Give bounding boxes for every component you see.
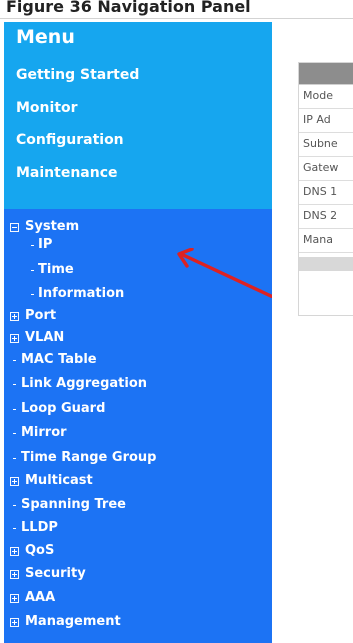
minus-box-icon	[10, 223, 19, 232]
table-footer	[299, 257, 353, 271]
tree-item-port[interactable]: Port	[4, 308, 272, 329]
cut-header: Figure 36 Navigation Panel	[0, 0, 353, 19]
tree-item-mac-table-label: MAC Table	[21, 352, 97, 367]
plus-box-icon	[10, 547, 19, 556]
plus-box-icon	[10, 618, 19, 627]
table-row-label: Mode	[303, 89, 333, 102]
plus-box-icon	[10, 312, 19, 321]
table-row-label: Subne	[303, 137, 338, 150]
table-row-subnet: Subne	[299, 133, 353, 157]
bullet-icon	[13, 384, 16, 385]
plus-box-icon	[10, 477, 19, 486]
navigation-panel-screenshot: Figure 36 Navigation Panel Menu Getting …	[0, 0, 353, 643]
table-row-label: Mana	[303, 233, 333, 246]
table-row-label: DNS 2	[303, 209, 338, 222]
tree-item-loop-guard-label: Loop Guard	[21, 401, 106, 416]
tree-item-security-label: Security	[25, 566, 86, 581]
bullet-icon	[13, 360, 16, 361]
tree-item-ip-label: IP	[38, 237, 53, 252]
tree-item-qos[interactable]: QoS	[4, 543, 272, 564]
table-header	[299, 63, 353, 85]
monitor-link[interactable]: Monitor	[16, 100, 78, 116]
plus-box-icon	[10, 570, 19, 579]
bullet-icon	[13, 528, 16, 529]
tree-item-mirror[interactable]: Mirror	[4, 425, 272, 446]
tree-item-spanning-tree-label: Spanning Tree	[21, 497, 126, 512]
getting-started-link[interactable]: Getting Started	[16, 67, 139, 83]
tree-item-ip[interactable]: IP	[4, 237, 272, 258]
tree-item-lldp[interactable]: LLDP	[4, 520, 272, 541]
tree-item-information-label: Information	[38, 286, 125, 301]
tree-item-mac-table[interactable]: MAC Table	[4, 352, 272, 373]
table-row-gateway: Gatew	[299, 157, 353, 181]
tree-item-loop-guard[interactable]: Loop Guard	[4, 401, 272, 422]
tree-item-aaa-label: AAA	[25, 590, 56, 605]
bullet-icon	[13, 505, 16, 506]
tree-item-link-aggregation-label: Link Aggregation	[21, 376, 148, 391]
tree-item-multicast-label: Multicast	[25, 473, 93, 488]
plus-box-icon	[10, 334, 19, 343]
tree-item-management-label: Management	[25, 614, 121, 629]
tree-item-mirror-label: Mirror	[21, 425, 67, 440]
table-row-dns2: DNS 2	[299, 205, 353, 229]
tree-item-information[interactable]: Information	[4, 286, 272, 307]
table-row-ip-address: IP Ad	[299, 109, 353, 133]
menu-title: Menu	[16, 26, 75, 48]
maintenance-link[interactable]: Maintenance	[16, 165, 118, 181]
bullet-icon	[31, 294, 34, 295]
table-row-label: Gatew	[303, 161, 339, 174]
tree-item-port-label: Port	[25, 308, 57, 323]
configuration-link[interactable]: Configuration	[16, 132, 124, 148]
table-row-dns1: DNS 1	[299, 181, 353, 205]
tree-item-time[interactable]: Time	[4, 262, 272, 283]
table-row-label: IP Ad	[303, 113, 331, 126]
tree-item-aaa[interactable]: AAA	[4, 590, 272, 611]
table-row-management: Mana	[299, 229, 353, 253]
tree-item-lldp-label: LLDP	[21, 520, 58, 535]
bullet-icon	[13, 433, 16, 434]
tree-item-multicast[interactable]: Multicast	[4, 473, 272, 494]
ip-settings-table: Mode IP Ad Subne Gatew DNS 1 DNS 2 Mana	[298, 62, 353, 316]
bullet-icon	[13, 458, 16, 459]
tree-item-time-range-group-label: Time Range Group	[21, 450, 157, 465]
table-row-label: DNS 1	[303, 185, 338, 198]
navigation-sidebar: Menu Getting Started Monitor Configurati…	[4, 22, 272, 643]
content-panel: Mode IP Ad Subne Gatew DNS 1 DNS 2 Mana	[272, 22, 353, 643]
plus-box-icon	[10, 594, 19, 603]
bullet-icon	[13, 409, 16, 410]
tree-item-vlan-label: VLAN	[25, 330, 65, 345]
tree-item-time-label: Time	[38, 262, 74, 277]
tree-item-spanning-tree[interactable]: Spanning Tree	[4, 497, 272, 518]
tree-item-management[interactable]: Management	[4, 614, 272, 635]
tree-item-qos-label: QoS	[25, 543, 55, 558]
table-row-mode: Mode	[299, 85, 353, 109]
tree-item-time-range-group[interactable]: Time Range Group	[4, 450, 272, 471]
bullet-icon	[31, 270, 34, 271]
tree-item-link-aggregation[interactable]: Link Aggregation	[4, 376, 272, 397]
tree-item-security[interactable]: Security	[4, 566, 272, 587]
tree-item-system-label: System	[25, 219, 80, 234]
cut-header-text: Figure 36 Navigation Panel	[6, 0, 251, 16]
tree-item-vlan[interactable]: VLAN	[4, 330, 272, 351]
bullet-icon	[31, 245, 34, 246]
